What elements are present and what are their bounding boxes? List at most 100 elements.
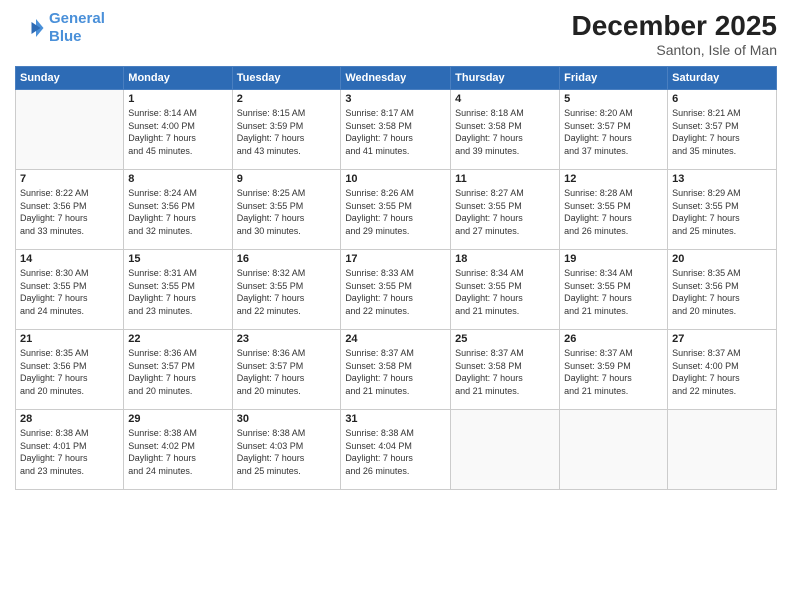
day-number: 18 bbox=[455, 253, 555, 265]
calendar-cell: 1 Sunrise: 8:14 AM Sunset: 4:00 PM Daylig… bbox=[124, 90, 232, 170]
calendar-cell: 31 Sunrise: 8:38 AM Sunset: 4:04 PM Dayli… bbox=[341, 410, 451, 490]
cell-info: Sunrise: 8:38 AM Sunset: 4:02 PM Dayligh… bbox=[128, 427, 227, 477]
calendar-cell: 15 Sunrise: 8:31 AM Sunset: 3:55 PM Dayli… bbox=[124, 250, 232, 330]
calendar-cell bbox=[451, 410, 560, 490]
cell-info: Sunrise: 8:37 AM Sunset: 3:58 PM Dayligh… bbox=[455, 347, 555, 397]
calendar-cell: 22 Sunrise: 8:36 AM Sunset: 3:57 PM Dayli… bbox=[124, 330, 232, 410]
page: General Blue December 2025 Santon, Isle … bbox=[0, 0, 792, 612]
cell-info: Sunrise: 8:38 AM Sunset: 4:04 PM Dayligh… bbox=[345, 427, 446, 477]
col-friday: Friday bbox=[560, 67, 668, 90]
calendar-cell: 8 Sunrise: 8:24 AM Sunset: 3:56 PM Daylig… bbox=[124, 170, 232, 250]
cell-info: Sunrise: 8:30 AM Sunset: 3:55 PM Dayligh… bbox=[20, 267, 119, 317]
cell-info: Sunrise: 8:37 AM Sunset: 3:59 PM Dayligh… bbox=[564, 347, 663, 397]
cell-info: Sunrise: 8:27 AM Sunset: 3:55 PM Dayligh… bbox=[455, 187, 555, 237]
day-number: 10 bbox=[345, 173, 446, 185]
calendar: Sunday Monday Tuesday Wednesday Thursday… bbox=[15, 66, 777, 490]
day-number: 19 bbox=[564, 253, 663, 265]
calendar-cell: 20 Sunrise: 8:35 AM Sunset: 3:56 PM Dayli… bbox=[668, 250, 777, 330]
day-number: 14 bbox=[20, 253, 119, 265]
week-row-4: 21 Sunrise: 8:35 AM Sunset: 3:56 PM Dayli… bbox=[16, 330, 777, 410]
col-wednesday: Wednesday bbox=[341, 67, 451, 90]
cell-info: Sunrise: 8:15 AM Sunset: 3:59 PM Dayligh… bbox=[237, 107, 337, 157]
day-number: 30 bbox=[237, 413, 337, 425]
cell-info: Sunrise: 8:21 AM Sunset: 3:57 PM Dayligh… bbox=[672, 107, 772, 157]
week-row-1: 1 Sunrise: 8:14 AM Sunset: 4:00 PM Daylig… bbox=[16, 90, 777, 170]
cell-info: Sunrise: 8:31 AM Sunset: 3:55 PM Dayligh… bbox=[128, 267, 227, 317]
calendar-cell: 3 Sunrise: 8:17 AM Sunset: 3:58 PM Daylig… bbox=[341, 90, 451, 170]
calendar-cell: 12 Sunrise: 8:28 AM Sunset: 3:55 PM Dayli… bbox=[560, 170, 668, 250]
day-number: 7 bbox=[20, 173, 119, 185]
calendar-cell: 27Sunrise: 8:37 AM Sunset: 4:00 PM Dayli… bbox=[668, 330, 777, 410]
cell-info: Sunrise: 8:38 AM Sunset: 4:03 PM Dayligh… bbox=[237, 427, 337, 477]
calendar-cell: 19Sunrise: 8:34 AM Sunset: 3:55 PM Dayli… bbox=[560, 250, 668, 330]
calendar-cell: 29 Sunrise: 8:38 AM Sunset: 4:02 PM Dayli… bbox=[124, 410, 232, 490]
cell-info: Sunrise: 8:24 AM Sunset: 3:56 PM Dayligh… bbox=[128, 187, 227, 237]
day-number: 26 bbox=[564, 333, 663, 345]
day-number: 3 bbox=[345, 93, 446, 105]
cell-info: Sunrise: 8:36 AM Sunset: 3:57 PM Dayligh… bbox=[128, 347, 227, 397]
calendar-cell: 10Sunrise: 8:26 AM Sunset: 3:55 PM Dayli… bbox=[341, 170, 451, 250]
day-number: 1 bbox=[128, 93, 227, 105]
logo-line1: General bbox=[49, 10, 105, 27]
week-row-3: 14 Sunrise: 8:30 AM Sunset: 3:55 PM Dayli… bbox=[16, 250, 777, 330]
col-saturday: Saturday bbox=[668, 67, 777, 90]
day-number: 2 bbox=[237, 93, 337, 105]
logo: General Blue bbox=[15, 10, 105, 46]
cell-info: Sunrise: 8:20 AM Sunset: 3:57 PM Dayligh… bbox=[564, 107, 663, 157]
day-number: 27 bbox=[672, 333, 772, 345]
calendar-cell: 7Sunrise: 8:22 AM Sunset: 3:56 PM Daylig… bbox=[16, 170, 124, 250]
day-number: 8 bbox=[128, 173, 227, 185]
col-tuesday: Tuesday bbox=[232, 67, 341, 90]
week-row-2: 7Sunrise: 8:22 AM Sunset: 3:56 PM Daylig… bbox=[16, 170, 777, 250]
cell-info: Sunrise: 8:36 AM Sunset: 3:57 PM Dayligh… bbox=[237, 347, 337, 397]
day-number: 31 bbox=[345, 413, 446, 425]
col-thursday: Thursday bbox=[451, 67, 560, 90]
cell-info: Sunrise: 8:29 AM Sunset: 3:55 PM Dayligh… bbox=[672, 187, 772, 237]
cell-info: Sunrise: 8:33 AM Sunset: 3:55 PM Dayligh… bbox=[345, 267, 446, 317]
cell-info: Sunrise: 8:34 AM Sunset: 3:55 PM Dayligh… bbox=[455, 267, 555, 317]
day-number: 22 bbox=[128, 333, 227, 345]
logo-text: General Blue bbox=[49, 10, 105, 46]
calendar-cell bbox=[560, 410, 668, 490]
day-number: 29 bbox=[128, 413, 227, 425]
calendar-cell: 5 Sunrise: 8:20 AM Sunset: 3:57 PM Daylig… bbox=[560, 90, 668, 170]
day-number: 11 bbox=[455, 173, 555, 185]
cell-info: Sunrise: 8:17 AM Sunset: 3:58 PM Dayligh… bbox=[345, 107, 446, 157]
cell-info: Sunrise: 8:38 AM Sunset: 4:01 PM Dayligh… bbox=[20, 427, 119, 477]
calendar-cell bbox=[16, 90, 124, 170]
calendar-cell: 23 Sunrise: 8:36 AM Sunset: 3:57 PM Dayli… bbox=[232, 330, 341, 410]
day-number: 23 bbox=[237, 333, 337, 345]
calendar-cell: 24Sunrise: 8:37 AM Sunset: 3:58 PM Dayli… bbox=[341, 330, 451, 410]
day-number: 12 bbox=[564, 173, 663, 185]
calendar-cell: 30 Sunrise: 8:38 AM Sunset: 4:03 PM Dayli… bbox=[232, 410, 341, 490]
day-number: 15 bbox=[128, 253, 227, 265]
calendar-cell: 6 Sunrise: 8:21 AM Sunset: 3:57 PM Daylig… bbox=[668, 90, 777, 170]
calendar-cell: 28Sunrise: 8:38 AM Sunset: 4:01 PM Dayli… bbox=[16, 410, 124, 490]
day-number: 21 bbox=[20, 333, 119, 345]
day-number: 5 bbox=[564, 93, 663, 105]
day-number: 9 bbox=[237, 173, 337, 185]
day-number: 17 bbox=[345, 253, 446, 265]
cell-info: Sunrise: 8:28 AM Sunset: 3:55 PM Dayligh… bbox=[564, 187, 663, 237]
calendar-cell bbox=[668, 410, 777, 490]
cell-info: Sunrise: 8:35 AM Sunset: 3:56 PM Dayligh… bbox=[20, 347, 119, 397]
calendar-cell: 9 Sunrise: 8:25 AM Sunset: 3:55 PM Daylig… bbox=[232, 170, 341, 250]
subtitle: Santon, Isle of Man bbox=[572, 42, 777, 58]
calendar-cell: 11 Sunrise: 8:27 AM Sunset: 3:55 PM Dayli… bbox=[451, 170, 560, 250]
calendar-cell: 21 Sunrise: 8:35 AM Sunset: 3:56 PM Dayli… bbox=[16, 330, 124, 410]
day-number: 13 bbox=[672, 173, 772, 185]
title-section: December 2025 Santon, Isle of Man bbox=[572, 10, 777, 58]
cell-info: Sunrise: 8:35 AM Sunset: 3:56 PM Dayligh… bbox=[672, 267, 772, 317]
header-row: Sunday Monday Tuesday Wednesday Thursday… bbox=[16, 67, 777, 90]
day-number: 4 bbox=[455, 93, 555, 105]
logo-line2: Blue bbox=[49, 28, 82, 45]
day-number: 20 bbox=[672, 253, 772, 265]
calendar-cell: 2 Sunrise: 8:15 AM Sunset: 3:59 PM Daylig… bbox=[232, 90, 341, 170]
day-number: 6 bbox=[672, 93, 772, 105]
calendar-cell: 14 Sunrise: 8:30 AM Sunset: 3:55 PM Dayli… bbox=[16, 250, 124, 330]
cell-info: Sunrise: 8:37 AM Sunset: 3:58 PM Dayligh… bbox=[345, 347, 446, 397]
cell-info: Sunrise: 8:14 AM Sunset: 4:00 PM Dayligh… bbox=[128, 107, 227, 157]
cell-info: Sunrise: 8:25 AM Sunset: 3:55 PM Dayligh… bbox=[237, 187, 337, 237]
cell-info: Sunrise: 8:18 AM Sunset: 3:58 PM Dayligh… bbox=[455, 107, 555, 157]
calendar-cell: 16Sunrise: 8:32 AM Sunset: 3:55 PM Dayli… bbox=[232, 250, 341, 330]
